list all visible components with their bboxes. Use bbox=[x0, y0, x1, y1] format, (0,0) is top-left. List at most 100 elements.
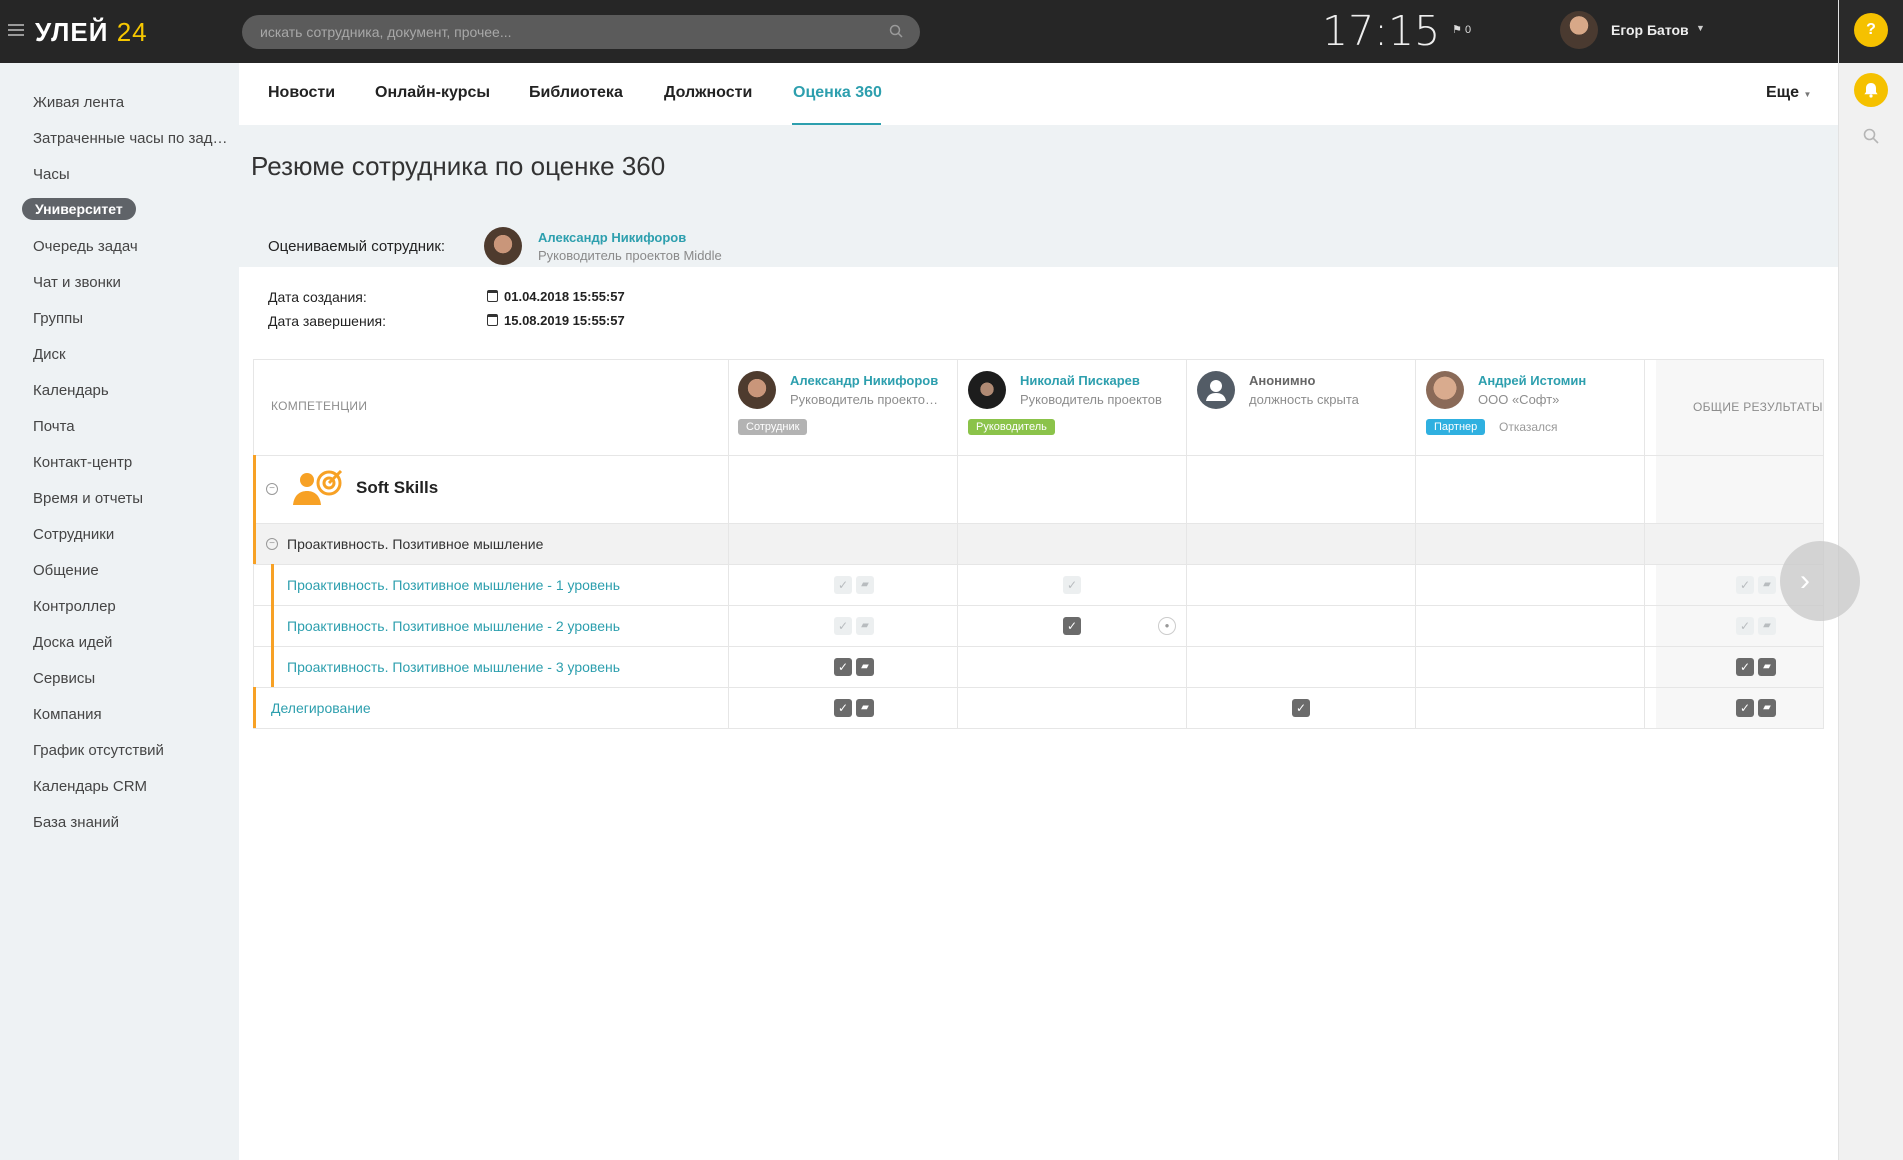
collapse-toggle[interactable]: − bbox=[266, 483, 278, 495]
graduation-cap-icon: ▰ bbox=[1758, 576, 1776, 594]
comment-icon[interactable]: ● bbox=[1158, 617, 1176, 635]
sidebar-item-spent-hours[interactable]: Затраченные часы по задачам bbox=[33, 130, 228, 147]
check-icon: ✓ bbox=[1736, 576, 1754, 594]
check-icon: ✓ bbox=[1736, 617, 1754, 635]
graduation-cap-icon: ▰ bbox=[856, 699, 874, 717]
category-title: Soft Skills bbox=[356, 478, 439, 497]
logo[interactable]: УЛЕЙ 24 bbox=[35, 17, 148, 48]
calendar-check-icon bbox=[487, 314, 498, 326]
sidebar-item-task-queue[interactable]: Очередь задач bbox=[33, 238, 233, 255]
calendar-icon bbox=[487, 290, 498, 302]
role-badge: Сотрудник bbox=[738, 419, 808, 435]
chevron-right-icon[interactable]: › bbox=[1780, 541, 1860, 621]
evaluator-avatar[interactable] bbox=[968, 371, 1006, 409]
evaluator-name-link[interactable]: Александр Никифоров bbox=[790, 373, 938, 388]
check-icon: ✓ bbox=[834, 576, 852, 594]
sidebar-item-absence[interactable]: График отсутствий bbox=[33, 742, 233, 759]
evaluated-label: Оцениваемый сотрудник: bbox=[268, 238, 446, 255]
competency-link[interactable]: Проактивность. Позитивное мышление - 3 у… bbox=[287, 659, 620, 675]
finished-label: Дата завершения: bbox=[268, 313, 386, 329]
tab-more[interactable]: Еще ▼ bbox=[1766, 84, 1811, 102]
sidebar-item-calendar[interactable]: Календарь bbox=[33, 382, 233, 399]
graduation-cap-icon: ▰ bbox=[856, 617, 874, 635]
user-name[interactable]: Егор Батов bbox=[1611, 22, 1689, 38]
main-content: Новости Онлайн-курсы Библиотека Должност… bbox=[239, 63, 1838, 1160]
evaluator-role: должность скрыта bbox=[1249, 392, 1359, 407]
search-icon[interactable] bbox=[1863, 128, 1879, 144]
graduation-cap-icon: ▰ bbox=[1758, 617, 1776, 635]
evaluator-avatar[interactable] bbox=[738, 371, 776, 409]
sidebar-item-ideas[interactable]: Доска идей bbox=[33, 634, 233, 651]
subcategory-title: Проактивность. Позитивное мышление bbox=[287, 536, 544, 552]
sidebar-item-controller[interactable]: Контроллер bbox=[33, 598, 233, 615]
sidebar-item-chat[interactable]: Чат и звонки bbox=[33, 274, 233, 291]
evaluator-role: Руководитель проектов Middle bbox=[790, 392, 940, 407]
tab-news[interactable]: Новости bbox=[268, 84, 335, 102]
anonymous-user-icon bbox=[1197, 371, 1235, 409]
check-icon: ✓ bbox=[1736, 658, 1754, 676]
role-badge: Партнер bbox=[1426, 419, 1486, 435]
page-title: Резюме сотрудника по оценке 360 bbox=[251, 151, 666, 181]
tab-bar: Новости Онлайн-курсы Библиотека Должност… bbox=[239, 63, 1838, 125]
user-avatar[interactable] bbox=[1560, 11, 1598, 49]
check-icon: ✓ bbox=[1063, 617, 1081, 635]
flag-icon: ⚑ bbox=[1452, 24, 1462, 36]
search-icon[interactable] bbox=[889, 24, 903, 38]
tab-positions[interactable]: Должности bbox=[664, 84, 752, 102]
sidebar-item-groups[interactable]: Группы bbox=[33, 310, 233, 327]
created-label: Дата создания: bbox=[268, 289, 367, 305]
graduation-cap-icon: ▰ bbox=[856, 658, 874, 676]
results-header: ОБЩИЕ РЕЗУЛЬТАТЫ bbox=[1693, 400, 1823, 414]
created-value: 01.04.2018 15:55:57 bbox=[487, 289, 625, 304]
competency-link[interactable]: Проактивность. Позитивное мышление - 1 у… bbox=[287, 577, 620, 593]
competency-link[interactable]: Делегирование bbox=[271, 700, 371, 716]
tab-assessment-360[interactable]: Оценка 360 bbox=[793, 84, 882, 102]
evaluator-name-link[interactable]: Андрей Истомин bbox=[1478, 373, 1586, 388]
category-marker bbox=[253, 455, 256, 564]
check-icon: ✓ bbox=[834, 699, 852, 717]
sidebar-item-university[interactable]: Университет bbox=[22, 198, 136, 220]
sidebar-item-knowledge-base[interactable]: База знаний bbox=[33, 814, 233, 831]
collapse-toggle[interactable]: − bbox=[266, 538, 278, 550]
sidebar-item-time-reports[interactable]: Время и отчеты bbox=[33, 490, 233, 507]
flag-counter[interactable]: ⚑ 0 bbox=[1452, 23, 1471, 36]
clock: 17:15 bbox=[1322, 7, 1441, 55]
notifications-button[interactable] bbox=[1854, 73, 1888, 107]
employee-avatar[interactable] bbox=[484, 227, 522, 265]
evaluator-avatar[interactable] bbox=[1426, 371, 1464, 409]
check-icon: ✓ bbox=[834, 617, 852, 635]
employee-name-link[interactable]: Александр Никифоров bbox=[538, 230, 686, 245]
graduation-cap-icon: ▰ bbox=[856, 576, 874, 594]
tab-library[interactable]: Библиотека bbox=[529, 84, 623, 102]
sidebar-item-contact-center[interactable]: Контакт-центр bbox=[33, 454, 233, 471]
competency-marker bbox=[253, 687, 256, 728]
evaluator-role: Руководитель проектов bbox=[1020, 392, 1162, 407]
tab-online-courses[interactable]: Онлайн-курсы bbox=[375, 84, 490, 102]
evaluator-name-link[interactable]: Николай Пискарев bbox=[1020, 373, 1140, 388]
competency-table: КОМПЕТЕНЦИИ ОБЩИЕ РЕЗУЛЬТАТЫ Александр Н… bbox=[253, 359, 1824, 729]
graduation-cap-icon: ▰ bbox=[1758, 699, 1776, 717]
help-button[interactable]: ? bbox=[1854, 13, 1888, 47]
check-icon: ✓ bbox=[1292, 699, 1310, 717]
competency-link[interactable]: Проактивность. Позитивное мышление - 2 у… bbox=[287, 618, 620, 634]
sidebar-item-hours[interactable]: Часы bbox=[33, 166, 233, 183]
sidebar-item-communication[interactable]: Общение bbox=[33, 562, 233, 579]
search-input[interactable] bbox=[242, 15, 920, 49]
subcategory-marker bbox=[271, 564, 274, 687]
employee-role: Руководитель проектов Middle bbox=[538, 248, 722, 263]
check-icon: ✓ bbox=[1736, 699, 1754, 717]
finished-value: 15.08.2019 15:55:57 bbox=[487, 313, 625, 328]
menu-icon[interactable] bbox=[8, 24, 24, 38]
sidebar-item-disk[interactable]: Диск bbox=[33, 346, 233, 363]
sidebar-item-company[interactable]: Компания bbox=[33, 706, 233, 723]
chevron-down-icon[interactable]: ▼ bbox=[1696, 23, 1705, 33]
status-refused: Отказался bbox=[1499, 420, 1558, 434]
check-icon: ✓ bbox=[1063, 576, 1081, 594]
sidebar-item-live-feed[interactable]: Живая лента bbox=[33, 94, 233, 111]
sidebar-item-mail[interactable]: Почта bbox=[33, 418, 233, 435]
sidebar-item-crm-calendar[interactable]: Календарь CRM bbox=[33, 778, 233, 795]
evaluator-role: ООО «Софт» bbox=[1478, 392, 1560, 407]
sidebar-item-services[interactable]: Сервисы bbox=[33, 670, 233, 687]
sidebar-item-employees[interactable]: Сотрудники bbox=[33, 526, 233, 543]
sidebar: Живая лента Затраченные часы по задачам … bbox=[0, 63, 239, 1160]
